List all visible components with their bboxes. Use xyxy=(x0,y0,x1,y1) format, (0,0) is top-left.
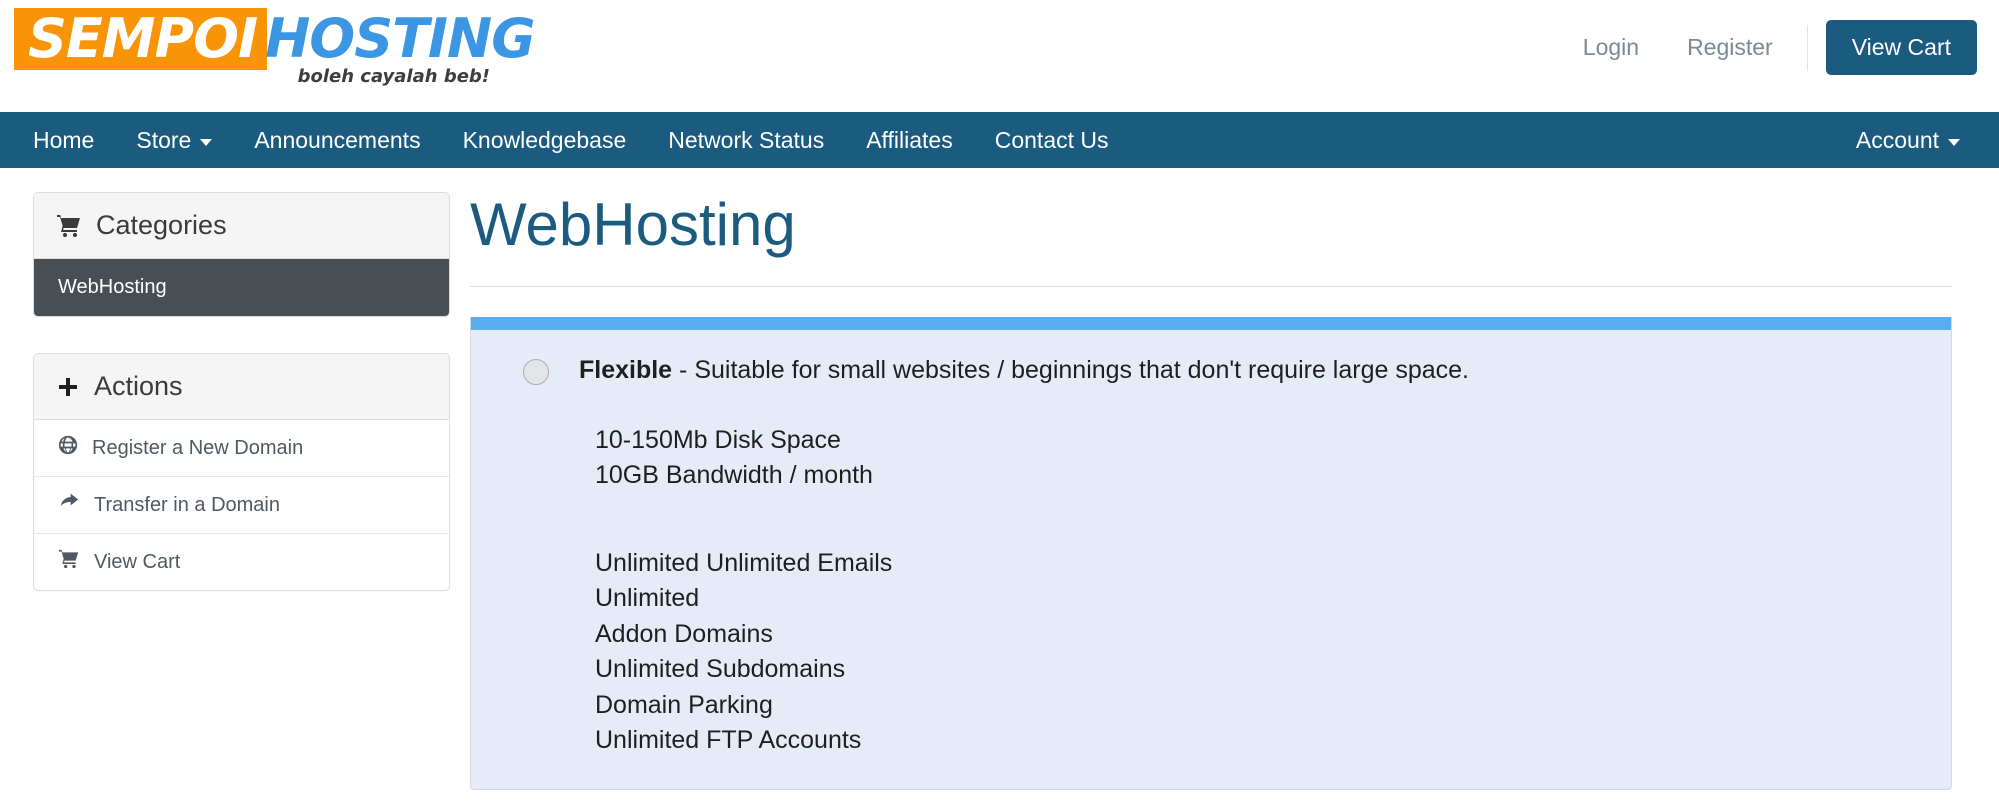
nav-item-knowledgebase[interactable]: Knowledgebase xyxy=(442,112,648,168)
product-name: Flexible xyxy=(579,356,673,384)
action-transfer-in-domain[interactable]: Transfer in a Domain xyxy=(34,477,449,534)
product-title-line: Flexible - Suitable for small websites /… xyxy=(579,354,1469,387)
nav-item-affiliates[interactable]: Affiliates xyxy=(845,112,974,168)
spec-spacer xyxy=(595,494,1951,546)
action-register-new-domain[interactable]: Register a New Domain xyxy=(34,420,449,477)
nav-label: Store xyxy=(136,127,192,153)
cart-icon xyxy=(58,549,80,575)
nav-label: Knowledgebase xyxy=(462,127,627,153)
login-link[interactable]: Login xyxy=(1559,34,1663,61)
nav-label: Announcements xyxy=(254,127,421,153)
actions-panel: Actions Register a New Domain Transfer i… xyxy=(33,353,450,591)
logo-text-primary: SEMPOI xyxy=(14,8,268,70)
cart-icon xyxy=(56,214,82,238)
product-panel-accent-bar xyxy=(471,317,1951,330)
categories-panel-header: Categories xyxy=(34,193,449,259)
arrow-right-curve-icon xyxy=(58,492,80,518)
chevron-down-icon xyxy=(200,138,213,146)
action-view-cart[interactable]: View Cart xyxy=(34,534,449,590)
plus-icon xyxy=(56,375,80,399)
main-content: WebHosting Flexible - Suitable for small… xyxy=(470,192,1999,812)
nav-item-network-status[interactable]: Network Status xyxy=(647,112,845,168)
product-panel-body: Flexible - Suitable for small websites /… xyxy=(471,330,1951,789)
nav-label: Affiliates xyxy=(866,127,953,153)
logo-text-secondary: HOSTING xyxy=(265,7,535,70)
sidebar-item-label: WebHosting xyxy=(58,276,167,298)
nav-item-account[interactable]: Account xyxy=(1835,112,1981,168)
sidebar-item-webhosting[interactable]: WebHosting xyxy=(34,259,449,316)
actions-panel-header: Actions xyxy=(34,354,449,420)
site-header: SEMPOI HOSTING boleh cayalah beb! Login … xyxy=(0,0,1999,112)
sidebar: Categories WebHosting Actions Register a… xyxy=(0,192,470,812)
nav-label: Account xyxy=(1855,127,1939,153)
action-item-label: View Cart xyxy=(94,550,181,573)
page-body: Categories WebHosting Actions Register a… xyxy=(0,168,1999,812)
nav-item-contact-us[interactable]: Contact Us xyxy=(974,112,1130,168)
site-logo[interactable]: SEMPOI HOSTING boleh cayalah beb! xyxy=(14,8,536,100)
spec-line: Domain Parking xyxy=(595,690,773,719)
spec-line: Unlimited FTP Accounts xyxy=(595,726,862,754)
register-link[interactable]: Register xyxy=(1663,34,1797,61)
page-title: WebHosting xyxy=(470,191,796,258)
action-item-label: Transfer in a Domain xyxy=(94,493,280,516)
spec-line: 10GB Bandwidth / month xyxy=(595,461,873,489)
product-panel: Flexible - Suitable for small websites /… xyxy=(470,317,1952,790)
title-divider xyxy=(470,286,1952,287)
nav-item-home[interactable]: Home xyxy=(12,112,115,168)
logo-wordmark: SEMPOI HOSTING xyxy=(14,8,536,70)
product-specs: 10-150Mb Disk Space 10GB Bandwidth / mon… xyxy=(471,387,1951,759)
nav-item-announcements[interactable]: Announcements xyxy=(233,112,441,168)
product-select-radio[interactable] xyxy=(523,359,549,385)
view-cart-button[interactable]: View Cart xyxy=(1825,20,1977,75)
main-navigation: Home Store Announcements Knowledgebase N… xyxy=(0,112,1999,168)
header-divider xyxy=(1806,24,1808,71)
spec-line: Unlimited Subdomains xyxy=(595,655,846,683)
spec-line: Unlimited Unlimited Emails xyxy=(595,548,893,577)
product-header-row: Flexible - Suitable for small websites /… xyxy=(471,354,1951,387)
nav-label: Contact Us xyxy=(994,127,1109,153)
action-item-label: Register a New Domain xyxy=(92,436,304,459)
product-description: Suitable for small websites / beginnings… xyxy=(694,356,1469,384)
spec-line: 10-150Mb Disk Space xyxy=(595,425,841,454)
nav-label: Network Status xyxy=(668,127,825,153)
actions-panel-title: Actions xyxy=(94,371,183,401)
nav-label: Home xyxy=(33,127,95,153)
header-actions: Login Register View Cart xyxy=(1559,20,1977,75)
categories-panel-title: Categories xyxy=(96,210,227,240)
chevron-down-icon xyxy=(1948,138,1960,146)
categories-panel: Categories WebHosting xyxy=(33,192,450,317)
nav-item-store[interactable]: Store xyxy=(115,112,233,168)
spec-line: Unlimited xyxy=(595,584,700,612)
spec-line: Addon Domains xyxy=(595,619,773,648)
globe-icon xyxy=(58,435,78,461)
product-separator: - xyxy=(679,356,688,384)
